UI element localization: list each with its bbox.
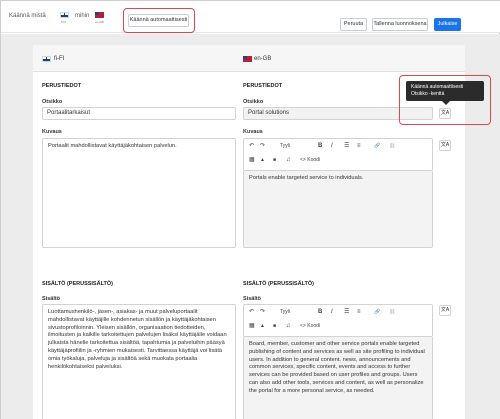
- audio-icon[interactable]: ♫: [286, 323, 291, 330]
- code-button[interactable]: <> Koodi: [300, 157, 320, 164]
- content-toolbar: ↶ ↷ Tyyli B I ☰ ≡ 🔗 ⛓ ▦ ▲ ■ ♫ <> Koodi: [243, 304, 433, 336]
- save-draft-button[interactable]: Tallenna luonnoksena: [372, 18, 428, 31]
- image-icon[interactable]: ▲: [260, 323, 265, 330]
- to-flag-caption: en-GB: [95, 20, 104, 24]
- from-flag-caption: fi-FI: [61, 20, 67, 24]
- undo-icon[interactable]: ↶: [249, 143, 254, 150]
- finnish-flag-icon: [42, 56, 51, 62]
- redo-icon[interactable]: ↷: [260, 309, 265, 316]
- numbered-list-icon[interactable]: ≡: [357, 309, 361, 316]
- translate-content-icon[interactable]: 文A: [439, 305, 451, 316]
- title-input-left[interactable]: Portaalitarkaisut: [42, 107, 236, 120]
- unlink-icon[interactable]: ⛓: [389, 143, 395, 150]
- numbered-list-icon[interactable]: ≡: [357, 143, 361, 150]
- app-window: Käännä mistä fi-FI mihin en-GB Käännä au…: [0, 0, 500, 419]
- uk-flag-icon[interactable]: [95, 12, 104, 18]
- description-label-right: Kuvaus: [243, 129, 263, 135]
- uk-flag-icon: [243, 56, 252, 62]
- table-icon[interactable]: ▦: [249, 323, 255, 330]
- top-bar: Käännä mistä fi-FI mihin en-GB Käännä au…: [1, 1, 500, 33]
- style-dropdown[interactable]: Tyyli: [280, 309, 290, 316]
- right-language-tag: en-GB: [254, 56, 272, 62]
- content-label-right: Sisältö: [243, 296, 262, 302]
- translate-to-label: mihin: [75, 13, 90, 19]
- unlink-icon[interactable]: ⛓: [389, 309, 395, 316]
- title-label-right: Otsikko: [243, 99, 264, 105]
- style-dropdown[interactable]: Tyyli: [280, 143, 290, 150]
- audio-icon[interactable]: ♫: [286, 157, 291, 164]
- translate-from-label: Käännä mistä: [9, 13, 46, 19]
- description-textarea-right[interactable]: Portals enable targeted service to indiv…: [243, 170, 433, 248]
- italic-icon[interactable]: I: [331, 143, 333, 150]
- publish-button[interactable]: Julkaise: [434, 18, 461, 31]
- left-language-tag: fi-FI: [54, 56, 65, 62]
- description-textarea-left[interactable]: Portaalit mahdollistavat käyttäjäkohtais…: [42, 138, 236, 248]
- cancel-button[interactable]: Peruuta: [340, 18, 367, 31]
- link-icon[interactable]: 🔗: [374, 309, 380, 316]
- code-button[interactable]: <> Koodi: [300, 323, 320, 330]
- content-label-left: Sisältö: [42, 296, 61, 302]
- table-icon[interactable]: ▦: [249, 157, 255, 164]
- translate-description-icon[interactable]: 文A: [439, 140, 451, 151]
- description-label-left: Kuvaus: [42, 129, 62, 135]
- italic-icon[interactable]: I: [331, 309, 333, 316]
- content-heading-right: SISÄLTÖ (PERUSSISÄLTÖ): [243, 281, 314, 287]
- embed-icon[interactable]: ■: [273, 157, 276, 164]
- bold-icon[interactable]: B: [318, 143, 322, 150]
- finnish-flag-icon[interactable]: [60, 12, 69, 18]
- bold-icon[interactable]: B: [318, 309, 322, 316]
- description-toolbar: ↶ ↷ Tyyli B I ☰ ≡ 🔗 ⛓ ▦ ▲ ■ ♫ <> Koodi: [243, 138, 433, 170]
- bullet-list-icon[interactable]: ☰: [344, 309, 349, 316]
- content-textarea-left[interactable]: Luottamushenkilö-, jäsen-, asiakas- ja m…: [42, 304, 236, 419]
- basic-info-heading-right: PERUSTIEDOT: [243, 83, 283, 89]
- bullet-list-icon[interactable]: ☰: [344, 143, 349, 150]
- basic-info-heading-left: PERUSTIEDOT: [42, 83, 82, 89]
- redo-icon[interactable]: ↷: [260, 143, 265, 150]
- content-textarea-right[interactable]: Board, member, customer and other servic…: [243, 336, 433, 419]
- content-heading-left: SISÄLTÖ (PERUSSISÄLTÖ): [42, 281, 113, 287]
- translate-title-icon[interactable]: 文A: [439, 108, 451, 119]
- undo-icon[interactable]: ↶: [249, 309, 254, 316]
- title-label-left: Otsikko: [42, 99, 63, 105]
- auto-translate-button[interactable]: Käännä automaattisesti: [128, 14, 189, 27]
- link-icon[interactable]: 🔗: [374, 143, 380, 150]
- image-icon[interactable]: ▲: [260, 157, 265, 164]
- embed-icon[interactable]: ■: [273, 323, 276, 330]
